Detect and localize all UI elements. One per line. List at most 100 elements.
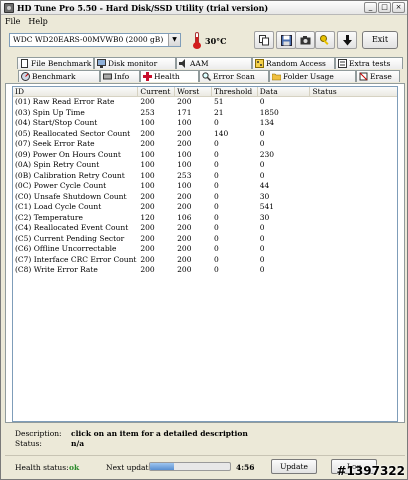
column-header-data[interactable]: Data	[258, 87, 311, 96]
table-row[interactable]: (09) Power On Hours Count 100 100 0 230	[13, 150, 397, 161]
tab-file-benchmark[interactable]: File Benchmark	[17, 57, 94, 69]
table-row[interactable]: (C4) Reallocated Event Count 200 200 0 0	[13, 223, 397, 234]
tab-health[interactable]: Health	[140, 70, 199, 82]
menu-file[interactable]: File	[5, 17, 20, 26]
cell-current: 200	[140, 139, 155, 148]
table-header: ID Current Worst Threshold Data Status	[13, 87, 397, 97]
cell-worst: 106	[177, 212, 192, 222]
table-row[interactable]: (C6) Offline Uncorrectable 200 200 0 0	[13, 244, 397, 255]
tab-info[interactable]: Info	[100, 70, 140, 82]
download-button[interactable]	[337, 31, 357, 49]
table-row[interactable]: (C8) Write Error Rate 200 200 0 0	[13, 265, 397, 276]
cell-id: (C7) Interface CRC Error Count	[15, 254, 137, 264]
next-update-time: 4:56	[236, 463, 255, 472]
cell-id: (05) Reallocated Sector Count	[15, 128, 131, 138]
cell-data: 541	[259, 202, 275, 211]
cell-worst: 200	[177, 223, 192, 232]
cell-worst: 100	[177, 118, 192, 127]
tab-extra-tests[interactable]: Extra tests	[335, 57, 403, 69]
column-header-current[interactable]: Current	[138, 87, 176, 96]
table-row[interactable]: (07) Seek Error Rate 200 200 0 0	[13, 139, 397, 150]
cell-worst: 171	[177, 107, 192, 117]
cell-id: (C0) Unsafe Shutdown Count	[15, 191, 127, 201]
table-row[interactable]: (C5) Current Pending Sector 200 200 0 0	[13, 234, 397, 245]
cell-status	[310, 234, 397, 245]
maximize-button[interactable]: □	[378, 2, 391, 13]
cell-data: 0	[259, 233, 265, 243]
magnifier-icon	[202, 72, 212, 82]
cell-id: (09) Power On Hours Count	[15, 149, 121, 159]
copy-button[interactable]	[254, 31, 274, 49]
column-header-id[interactable]: ID	[13, 87, 139, 96]
cell-worst: 200	[177, 265, 192, 274]
cell-threshold: 0	[213, 254, 219, 264]
column-header-worst[interactable]: Worst	[175, 87, 212, 96]
cell-status	[310, 223, 397, 234]
update-button[interactable]: Update	[271, 459, 317, 474]
chevron-down-icon[interactable]: ▼	[168, 34, 180, 46]
info-icon	[103, 72, 112, 81]
cell-threshold: 0	[213, 191, 219, 201]
cell-current: 100	[140, 149, 155, 159]
health-status-label: Health status:	[15, 463, 69, 472]
cell-id: (C2) Temperature	[15, 212, 83, 222]
table-row[interactable]: (03) Spin Up Time 253 171 21 1850	[13, 108, 397, 119]
table-row[interactable]: (C0) Unsafe Shutdown Count 200 200 0 30	[13, 192, 397, 203]
table-row[interactable]: (C2) Temperature 120 106 0 30	[13, 213, 397, 224]
cell-worst: 253	[177, 170, 192, 180]
table-row[interactable]: (05) Reallocated Sector Count 200 200 140 0	[13, 129, 397, 140]
file-icon	[20, 59, 29, 68]
cell-status	[310, 213, 397, 224]
cell-threshold: 0	[213, 202, 219, 211]
exit-button[interactable]: Exit	[362, 31, 398, 49]
table-row[interactable]: (01) Raw Read Error Rate 200 200 51 0	[13, 97, 397, 108]
cell-data: 0	[259, 254, 265, 264]
save-button[interactable]	[276, 31, 296, 49]
cell-id: (C6) Offline Uncorrectable	[15, 244, 117, 253]
cell-current: 200	[140, 97, 155, 106]
tab-error-scan[interactable]: Error Scan	[199, 70, 269, 82]
smart-table[interactable]: ID Current Worst Threshold Data Status (…	[12, 86, 398, 422]
column-header-threshold[interactable]: Threshold	[212, 87, 258, 96]
column-header-status[interactable]: Status	[310, 87, 397, 96]
cell-status	[310, 265, 397, 276]
cell-data: 230	[259, 149, 275, 159]
drive-select[interactable]: WDC WD20EARS-00MVWB0 (2000 gB) ▼	[9, 33, 181, 47]
camera-button[interactable]	[295, 31, 315, 49]
tab-erase[interactable]: Erase	[356, 70, 400, 82]
key-button[interactable]	[315, 31, 335, 49]
cell-current: 200	[140, 265, 155, 274]
thermometer-icon	[193, 32, 201, 49]
table-row[interactable]: (C1) Load Cycle Count 200 200 0 541	[13, 202, 397, 213]
table-row[interactable]: (0C) Power Cycle Count 100 100 0 44	[13, 181, 397, 192]
menu-help[interactable]: Help	[28, 17, 47, 26]
title-bar[interactable]: HD Tune Pro 5.50 - Hard Disk/SSD Utility…	[1, 1, 407, 15]
cell-data: 0	[259, 170, 265, 180]
window-title: HD Tune Pro 5.50 - Hard Disk/SSD Utility…	[17, 2, 269, 13]
next-update-progress	[149, 462, 231, 471]
table-row[interactable]: (0A) Spin Retry Count 100 100 0 0	[13, 160, 397, 171]
cell-status	[310, 192, 397, 203]
tab-folder-usage[interactable]: Folder Usage	[269, 70, 356, 82]
table-row[interactable]: (0B) Calibration Retry Count 100 253 0 0	[13, 171, 397, 182]
cell-threshold: 140	[213, 128, 229, 138]
benchmark-icon	[21, 72, 30, 81]
cell-status	[310, 118, 397, 129]
cell-id: (0A) Spin Retry Count	[15, 160, 100, 169]
table-row[interactable]: (C7) Interface CRC Error Count 200 200 0 0	[13, 255, 397, 266]
app-window: HD Tune Pro 5.50 - Hard Disk/SSD Utility…	[0, 0, 408, 480]
cell-threshold: 0	[213, 170, 219, 180]
cell-data: 1850	[259, 107, 279, 117]
tab-aam[interactable]: AAM	[176, 57, 252, 69]
app-icon	[4, 2, 14, 13]
health-status-value: ok	[69, 463, 80, 472]
close-button[interactable]: ×	[392, 2, 405, 13]
speaker-icon	[179, 59, 188, 68]
tab-random-access[interactable]: Random Access	[252, 57, 335, 69]
cell-threshold: 0	[213, 212, 219, 222]
tab-benchmark[interactable]: Benchmark	[18, 70, 100, 82]
minimize-button[interactable]: _	[364, 2, 377, 13]
table-row[interactable]: (04) Start/Stop Count 100 100 0 134	[13, 118, 397, 129]
cell-data: 0	[259, 139, 265, 148]
tab-disk-monitor[interactable]: Disk monitor	[94, 57, 176, 69]
